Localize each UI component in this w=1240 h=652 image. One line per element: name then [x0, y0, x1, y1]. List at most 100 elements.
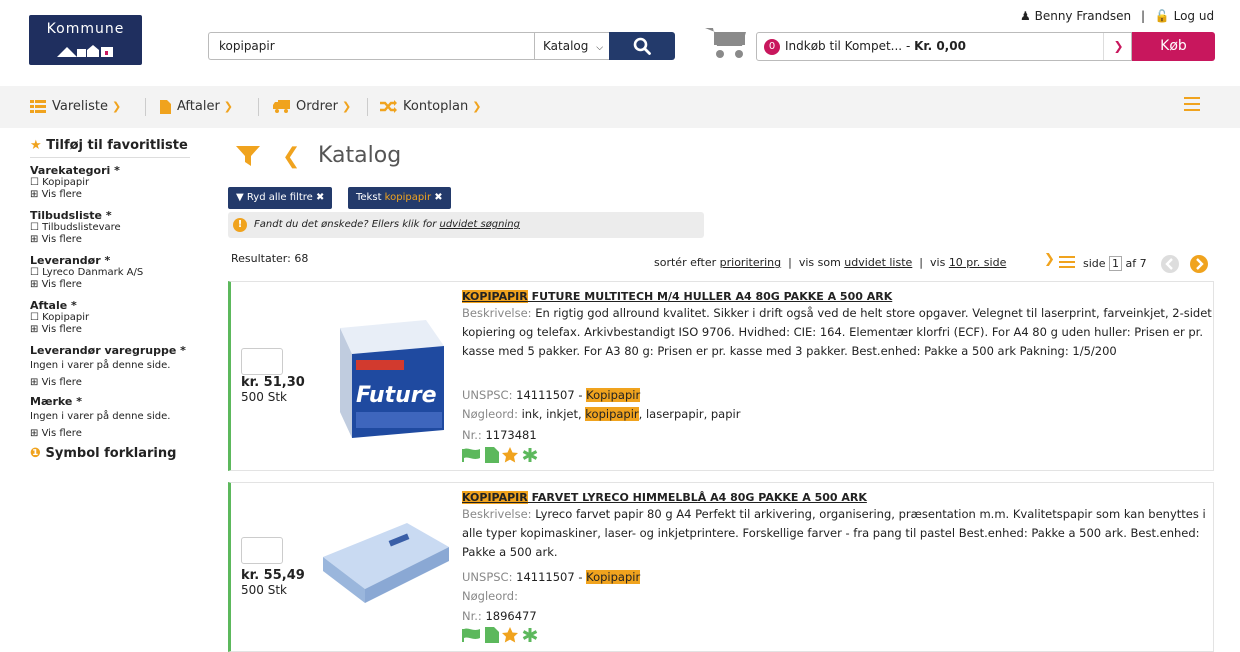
- chevron-down-icon: ⌵: [596, 43, 604, 53]
- chevron-down-icon: ❯: [472, 100, 482, 113]
- product-number: Nr.: 1173481: [462, 428, 537, 442]
- logout-link[interactable]: Log ud: [1174, 9, 1214, 23]
- product-image[interactable]: [319, 517, 451, 607]
- filter-title: Varekategori: [30, 164, 111, 177]
- kommune-logo[interactable]: Kommune: [29, 15, 142, 65]
- unspsc-highlight: Kopipapir: [586, 570, 641, 584]
- chevron-right-icon[interactable]: ❯: [1044, 252, 1055, 267]
- product-title[interactable]: KOPIPAPIR FARVET LYRECO HIMMELBLÅ A4 80G…: [462, 491, 867, 504]
- filter-option[interactable]: ☐ Kopipapir: [30, 177, 220, 189]
- user-name[interactable]: Benny Frandsen: [1035, 9, 1132, 23]
- quantity-input[interactable]: [241, 537, 283, 564]
- unspsc-value: 14111507 -: [512, 570, 587, 584]
- show-more-link[interactable]: ⊞ Vis flere: [30, 324, 220, 336]
- product-image[interactable]: Future: [326, 320, 448, 438]
- quantity-input[interactable]: [241, 348, 283, 375]
- filter-sidebar: ★ Tilføj til favoritliste Varekategori *…: [30, 138, 220, 461]
- search-icon: [633, 37, 651, 55]
- flag-icon[interactable]: [462, 448, 480, 462]
- chevron-down-icon: ❯: [223, 100, 234, 113]
- filter-title: Leverandør varegruppe: [30, 344, 177, 357]
- back-chevron-icon[interactable]: ❮: [282, 144, 300, 169]
- filter-option[interactable]: ☐ Lyreco Danmark A/S: [30, 267, 220, 279]
- cart-amount: Kr. 0,00: [914, 39, 966, 53]
- star-icon[interactable]: [502, 627, 518, 643]
- cart-selector[interactable]: 0 Indkøb til Kompet... - Kr. 0,00 ❯: [756, 32, 1132, 61]
- per-page-link[interactable]: 10 pr. side: [949, 256, 1007, 269]
- close-icon: ✖: [315, 192, 325, 203]
- text-filter-chip[interactable]: Tekst kopipapir ✖: [348, 187, 451, 209]
- product-title[interactable]: KOPIPAPIR FUTURE MULTITECH M/4 HULLER A4…: [462, 290, 892, 303]
- sort-link[interactable]: prioritering: [720, 256, 781, 269]
- filter-icon: ▼: [236, 192, 244, 203]
- show-more-label: Vis flere: [41, 279, 82, 290]
- list-view-icon[interactable]: [1059, 256, 1075, 269]
- warning-icon: !: [233, 218, 247, 232]
- product-unspsc: UNSPSC: 14111507 - Kopipapir: [462, 570, 641, 584]
- filter-option[interactable]: ☐ Tilbudslistevare: [30, 222, 220, 234]
- show-more-link[interactable]: ⊞ Vis flere: [30, 279, 220, 291]
- agreement-document-icon[interactable]: [485, 627, 499, 643]
- view-mode-link[interactable]: udvidet liste: [844, 256, 912, 269]
- chevron-down-icon: ❯: [342, 100, 352, 113]
- page-total: af 7: [1125, 257, 1147, 270]
- description-text: Lyreco farvet papir 80 g A4 Perfekt til …: [462, 507, 1206, 559]
- nav-ordrer[interactable]: Ordrer ❯: [273, 86, 351, 128]
- search-input[interactable]: [208, 32, 535, 60]
- next-page-icon[interactable]: [1189, 254, 1209, 274]
- number-label: Nr.:: [462, 428, 482, 442]
- info-icon: ❶: [30, 446, 42, 461]
- filter-option[interactable]: ☐ Kopipapir: [30, 312, 220, 324]
- nav-kontoplan[interactable]: Kontoplan ❯: [380, 86, 481, 128]
- asterisk-icon[interactable]: [522, 448, 538, 462]
- filter-required: *: [67, 299, 77, 312]
- user-separator: |: [1140, 9, 1145, 23]
- shopping-cart-icon[interactable]: [704, 24, 748, 60]
- product-keywords: Nøgleord:: [462, 589, 518, 603]
- title-text: FUTURE MULTITECH M/4 HULLER A4 80G PAKKE…: [527, 290, 893, 303]
- product-unit: 500 Stk: [241, 583, 287, 597]
- search-scope-label: Katalog: [543, 39, 589, 53]
- show-more-link[interactable]: ⊞ Vis flere: [30, 234, 220, 246]
- product-description: Beskrivelse: En rigtig god allround kval…: [462, 304, 1212, 361]
- user-area: ♟ Benny Frandsen | 🔓 Log ud: [1020, 9, 1214, 23]
- chevron-down-icon[interactable]: ❯: [1103, 33, 1133, 60]
- title-text: FARVET LYRECO HIMMELBLÅ A4 80G PAKKE A 5…: [527, 491, 867, 504]
- product-price: kr. 55,49: [241, 568, 305, 583]
- nav-vareliste[interactable]: Vareliste ❯: [30, 86, 121, 128]
- filter-option-label: Tilbudslistevare: [42, 222, 121, 233]
- search-button[interactable]: [609, 32, 675, 60]
- unspsc-label: UNSPSC:: [462, 570, 513, 584]
- description-text: En rigtig god allround kvalitet. Sikker …: [462, 306, 1212, 358]
- star-icon[interactable]: [502, 447, 518, 463]
- show-more-link[interactable]: ⊞ Vis flere: [30, 425, 220, 442]
- previous-page-icon[interactable]: [1160, 254, 1180, 274]
- show-more-link[interactable]: ⊞ Vis flere: [30, 374, 220, 391]
- flag-icon[interactable]: [462, 628, 480, 642]
- hamburger-menu-icon[interactable]: [1184, 97, 1200, 111]
- nav-aftaler[interactable]: Aftaler ❯: [160, 86, 233, 128]
- agreement-document-icon[interactable]: [485, 447, 499, 463]
- filter-heading: Mærke *: [30, 395, 220, 408]
- filter-funnel-icon[interactable]: [236, 146, 260, 166]
- asterisk-icon[interactable]: [522, 628, 538, 642]
- search-scope-select[interactable]: Katalog ⌵: [534, 32, 610, 60]
- buy-button[interactable]: Køb: [1132, 32, 1215, 61]
- keywords-label: Nøgleord:: [462, 407, 518, 421]
- clear-filters-chip[interactable]: ▼ Ryd alle filtre ✖: [228, 187, 333, 209]
- extended-search-link[interactable]: udvidet søgning: [440, 219, 520, 230]
- page-number-input[interactable]: 1: [1109, 256, 1123, 271]
- show-more-link[interactable]: ⊞ Vis flere: [30, 189, 220, 201]
- product-symbols: [462, 447, 542, 463]
- symbol-legend-link[interactable]: ❶ Symbol forklaring: [30, 446, 220, 461]
- nav-divider: [258, 98, 259, 116]
- per-page-prefix: | vis: [912, 256, 949, 269]
- add-to-favorites-link[interactable]: ★ Tilføj til favoritliste: [30, 138, 220, 153]
- filter-empty-text: Ingen i varer på denne side.: [30, 360, 171, 371]
- unspsc-value: 14111507 -: [512, 388, 587, 402]
- filter-option-label: Kopipapir: [42, 177, 90, 188]
- filter-required: *: [110, 164, 120, 177]
- star-icon: ★: [30, 138, 42, 153]
- cart-selector-text: Indkøb til Kompet... - Kr. 0,00: [785, 39, 966, 53]
- nav-divider: [367, 98, 368, 116]
